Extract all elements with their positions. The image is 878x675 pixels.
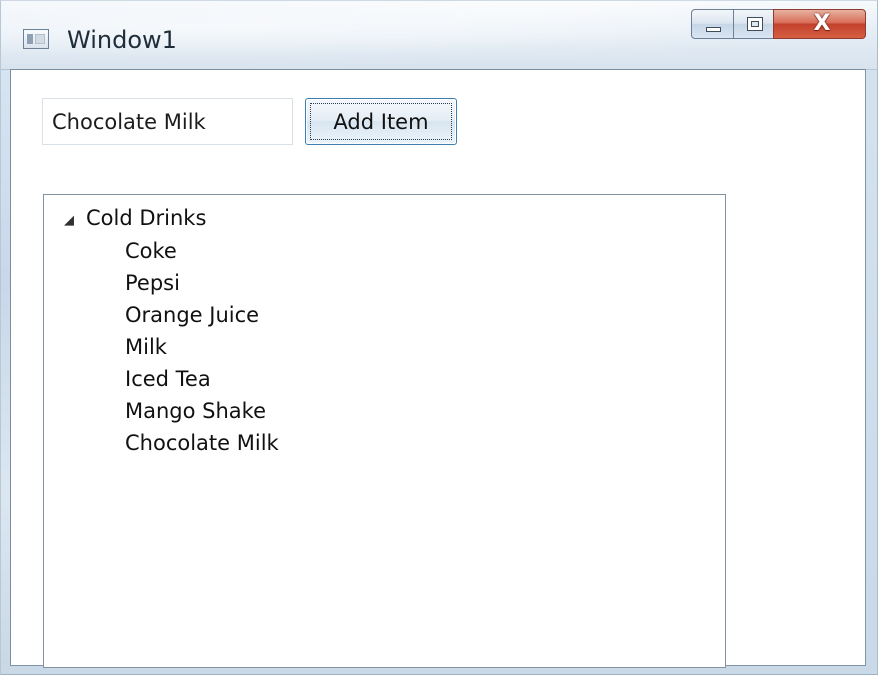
- window-title: Window1: [67, 26, 177, 54]
- tree-item-pepsi[interactable]: Pepsi: [125, 267, 475, 299]
- tree-item-iced-tea[interactable]: Iced Tea: [125, 363, 475, 395]
- close-icon: X: [813, 11, 831, 36]
- minimize-icon: [706, 27, 721, 32]
- drinks-tree-view[interactable]: ◢ Cold Drinks Coke Pepsi Orange Juice Mil…: [43, 194, 726, 668]
- application-window-icon: [23, 29, 49, 49]
- collapse-expander-icon[interactable]: ◢: [61, 207, 77, 235]
- add-item-button[interactable]: Add Item: [305, 98, 457, 145]
- application-window-icon-right-pane: [35, 34, 45, 44]
- app-window: Window1 X Add Item ◢ Cold Drinks Coke Pep…: [0, 0, 878, 675]
- close-button[interactable]: X: [773, 9, 866, 39]
- tree-item-orange-juice[interactable]: Orange Juice: [125, 299, 475, 331]
- title-bar[interactable]: Window1 X: [1, 1, 877, 69]
- tree-item-chocolate-milk[interactable]: Chocolate Milk: [125, 427, 475, 459]
- maximize-button[interactable]: [733, 9, 774, 39]
- window-client-area: Add Item ◢ Cold Drinks Coke Pepsi Orange …: [10, 69, 866, 668]
- minimize-button[interactable]: [691, 9, 734, 39]
- cold-drinks-children: Coke Pepsi Orange Juice Milk Iced Tea Ma…: [125, 235, 475, 459]
- window-caption-buttons: X: [691, 9, 866, 39]
- maximize-icon: [747, 17, 763, 31]
- tree-node-label: Cold Drinks: [86, 206, 207, 230]
- item-name-input[interactable]: [42, 98, 293, 145]
- tree-item-milk[interactable]: Milk: [125, 331, 475, 363]
- tree-item-mango-shake[interactable]: Mango Shake: [125, 395, 475, 427]
- tree-item-coke[interactable]: Coke: [125, 235, 475, 267]
- application-window-icon-left-pane: [27, 34, 33, 44]
- tree-node-cold-drinks[interactable]: ◢ Cold Drinks: [61, 204, 206, 232]
